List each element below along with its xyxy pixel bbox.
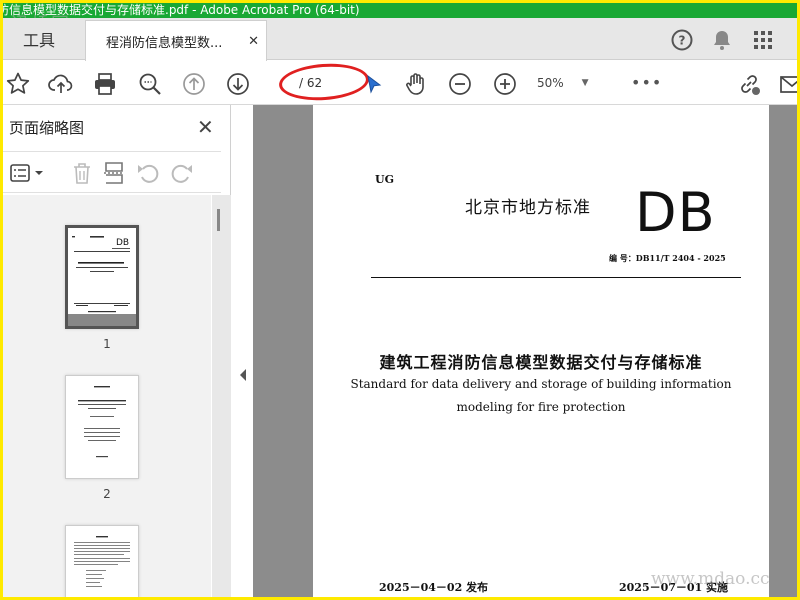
zoom-level-dropdown[interactable]: 50% ▼ <box>537 71 607 95</box>
tab-document-label: 程消防信息模型数... <box>106 35 223 51</box>
svg-text:DB: DB <box>116 238 129 248</box>
annotation-oval <box>277 60 371 104</box>
tab-tools[interactable]: 工具 <box>3 18 83 60</box>
page-thumbnail-3[interactable] <box>65 525 139 597</box>
tab-close-icon[interactable]: ✕ <box>248 34 259 49</box>
rotate-left-icon[interactable] <box>135 160 161 186</box>
select-cursor-icon[interactable] <box>360 71 386 97</box>
page-thumbnail-preview <box>66 526 138 597</box>
thumbnail-number: 1 <box>103 337 111 351</box>
doc-title-english-line2: modeling for fire protection <box>456 400 626 414</box>
extract-pages-icon[interactable] <box>101 160 127 186</box>
bell-icon[interactable] <box>710 28 734 52</box>
panel-close-icon[interactable]: ✕ <box>197 115 214 139</box>
page-thumbnail-2[interactable] <box>65 375 139 479</box>
rotate-right-icon[interactable] <box>169 160 195 186</box>
app-frame: 防信息模型数据交付与存储标准.pdf - Adobe Acrobat Pro (… <box>3 3 797 597</box>
share-link-icon[interactable] <box>736 71 762 97</box>
thumbnail-options-icon[interactable] <box>9 160 45 186</box>
thumbnail-toolbar <box>3 151 221 193</box>
watermark-bottom: www.mdao.cc <box>651 569 770 589</box>
window-titlebar: 防信息模型数据交付与存储标准.pdf - Adobe Acrobat Pro (… <box>3 3 797 18</box>
chevron-down-icon: ▼ <box>581 78 589 88</box>
zoom-level-value: 50% <box>537 76 564 90</box>
help-icon[interactable]: ? <box>670 28 694 52</box>
tab-document[interactable]: 程消防信息模型数... ✕ <box>85 20 267 61</box>
svg-text:?: ? <box>679 34 686 48</box>
doc-db-label: DB <box>635 181 716 244</box>
document-view-margin <box>769 105 797 597</box>
document-page: UG 北京市地方标准 DB 编 号：DB11/T 2404 - 2025 建筑工… <box>313 105 769 597</box>
cloud-upload-icon[interactable] <box>48 71 74 97</box>
previous-page-icon[interactable] <box>181 71 207 97</box>
doc-divider <box>371 277 741 278</box>
thumbnail-panel: 页面缩略图 ✕ DB 1 2 <box>3 105 231 597</box>
print-icon[interactable] <box>92 71 118 97</box>
doc-ug-code: UG <box>375 173 394 186</box>
apps-grid-icon[interactable] <box>751 28 775 52</box>
thumbnail-list: DB 1 2 <box>3 195 211 597</box>
doc-publish-date: 2025－04－02 发布 <box>379 581 489 594</box>
zoom-search-icon[interactable] <box>137 71 163 97</box>
zoom-out-icon[interactable] <box>447 71 473 97</box>
delete-page-icon[interactable] <box>69 160 95 186</box>
doc-title-english-line1: Standard for data delivery and storage o… <box>350 377 732 391</box>
main-toolbar: / 62 50% ▼ ••• <box>3 60 797 105</box>
star-icon[interactable] <box>5 71 31 97</box>
hand-tool-icon[interactable] <box>403 71 429 97</box>
page-thumbnail-preview: DB <box>68 228 136 326</box>
thumbnail-panel-title: 页面缩略图 <box>9 119 85 137</box>
zoom-in-icon[interactable] <box>492 71 518 97</box>
thumbnail-scrollbar[interactable] <box>212 195 231 597</box>
page-thumbnail-1[interactable]: DB <box>65 225 139 329</box>
collapse-arrow-icon[interactable] <box>240 369 246 381</box>
doc-organization: 北京市地方标准 <box>465 198 591 218</box>
thumbnail-number: 2 <box>103 487 111 501</box>
page-thumbnail-preview <box>66 376 138 478</box>
mail-icon[interactable] <box>779 71 797 97</box>
more-tools-icon[interactable]: ••• <box>631 73 662 92</box>
document-view[interactable]: UG 北京市地方标准 DB 编 号：DB11/T 2404 - 2025 建筑工… <box>253 105 797 597</box>
panel-collapse-strip[interactable] <box>231 105 253 597</box>
doc-standard-code: 编 号：DB11/T 2404 - 2025 <box>609 253 726 263</box>
next-page-icon[interactable] <box>225 71 251 97</box>
tab-bar: 工具 程消防信息模型数... ✕ ? <box>3 18 797 61</box>
scrollbar-thumb[interactable] <box>217 209 220 231</box>
doc-title-chinese: 建筑工程消防信息模型数据交付与存储标准 <box>379 353 703 372</box>
